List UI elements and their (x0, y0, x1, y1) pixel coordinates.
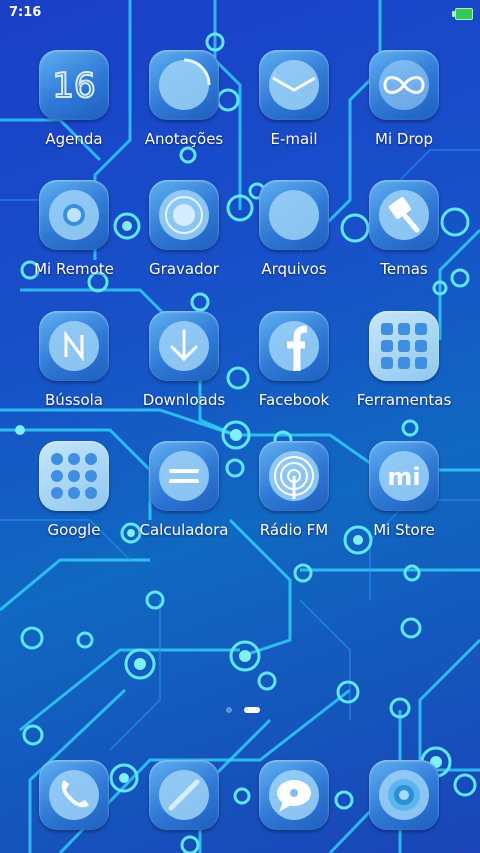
page-dot-active[interactable] (244, 707, 260, 713)
facebook-icon (259, 311, 329, 381)
folder-icon (259, 180, 329, 250)
app-label: Ferramentas (356, 391, 452, 409)
app-agenda[interactable]: 16 Agenda (19, 50, 129, 170)
app-downloads[interactable]: Downloads (129, 311, 239, 431)
app-label: Temas (380, 260, 428, 278)
mi-logo: mi (387, 463, 420, 491)
email-icon (259, 50, 329, 120)
phone-icon (39, 760, 109, 830)
notes-icon (149, 50, 219, 120)
dock-camera[interactable] (349, 760, 459, 853)
app-mi-drop[interactable]: Mi Drop (349, 50, 459, 170)
app-gravador[interactable]: Gravador (129, 180, 239, 300)
dock-phone[interactable] (19, 760, 129, 853)
app-calculadora[interactable]: Calculadora (129, 441, 239, 561)
infinity-icon (369, 50, 439, 120)
app-google[interactable]: Google (19, 441, 129, 561)
status-bar: 7:16 (0, 0, 480, 28)
radio-icon (259, 441, 329, 511)
recorder-icon (149, 180, 219, 250)
status-time: 7:16 (9, 5, 42, 20)
app-mi-remote[interactable]: Mi Remote (19, 180, 129, 300)
browser-icon (149, 760, 219, 830)
app-facebook[interactable]: Facebook (239, 311, 349, 431)
mi-store-icon: mi (369, 441, 439, 511)
app-arquivos[interactable]: Arquivos (239, 180, 349, 300)
tools-folder-icon (369, 311, 439, 381)
home-screen: 7:16 16 Agenda Anotações E-mail Mi Drop … (0, 0, 480, 853)
download-icon (149, 311, 219, 381)
page-indicator (0, 704, 480, 716)
calculator-icon (149, 441, 219, 511)
camera-icon (369, 760, 439, 830)
calendar-day: 16 (52, 66, 95, 106)
page-dot[interactable] (226, 707, 232, 713)
compass-icon (39, 311, 109, 381)
google-folder-icon (39, 441, 109, 511)
app-temas[interactable]: Temas (349, 180, 459, 300)
calendar-icon: 16 (39, 50, 109, 120)
app-bussola[interactable]: Bússola (19, 311, 129, 431)
app-ferramentas[interactable]: Ferramentas (349, 311, 459, 431)
dock-browser[interactable] (129, 760, 239, 853)
app-anotacoes[interactable]: Anotações (129, 50, 239, 170)
remote-icon (39, 180, 109, 250)
app-email[interactable]: E-mail (239, 50, 349, 170)
brush-icon (369, 180, 439, 250)
messages-icon (259, 760, 329, 830)
app-mi-store[interactable]: mi Mi Store (349, 441, 459, 561)
app-radio-fm[interactable]: Rádio FM (239, 441, 349, 561)
battery-icon (452, 8, 473, 20)
app-label: Mi Drop (375, 130, 433, 148)
app-label: Mi Store (373, 521, 435, 539)
dock-messages[interactable] (239, 760, 349, 853)
